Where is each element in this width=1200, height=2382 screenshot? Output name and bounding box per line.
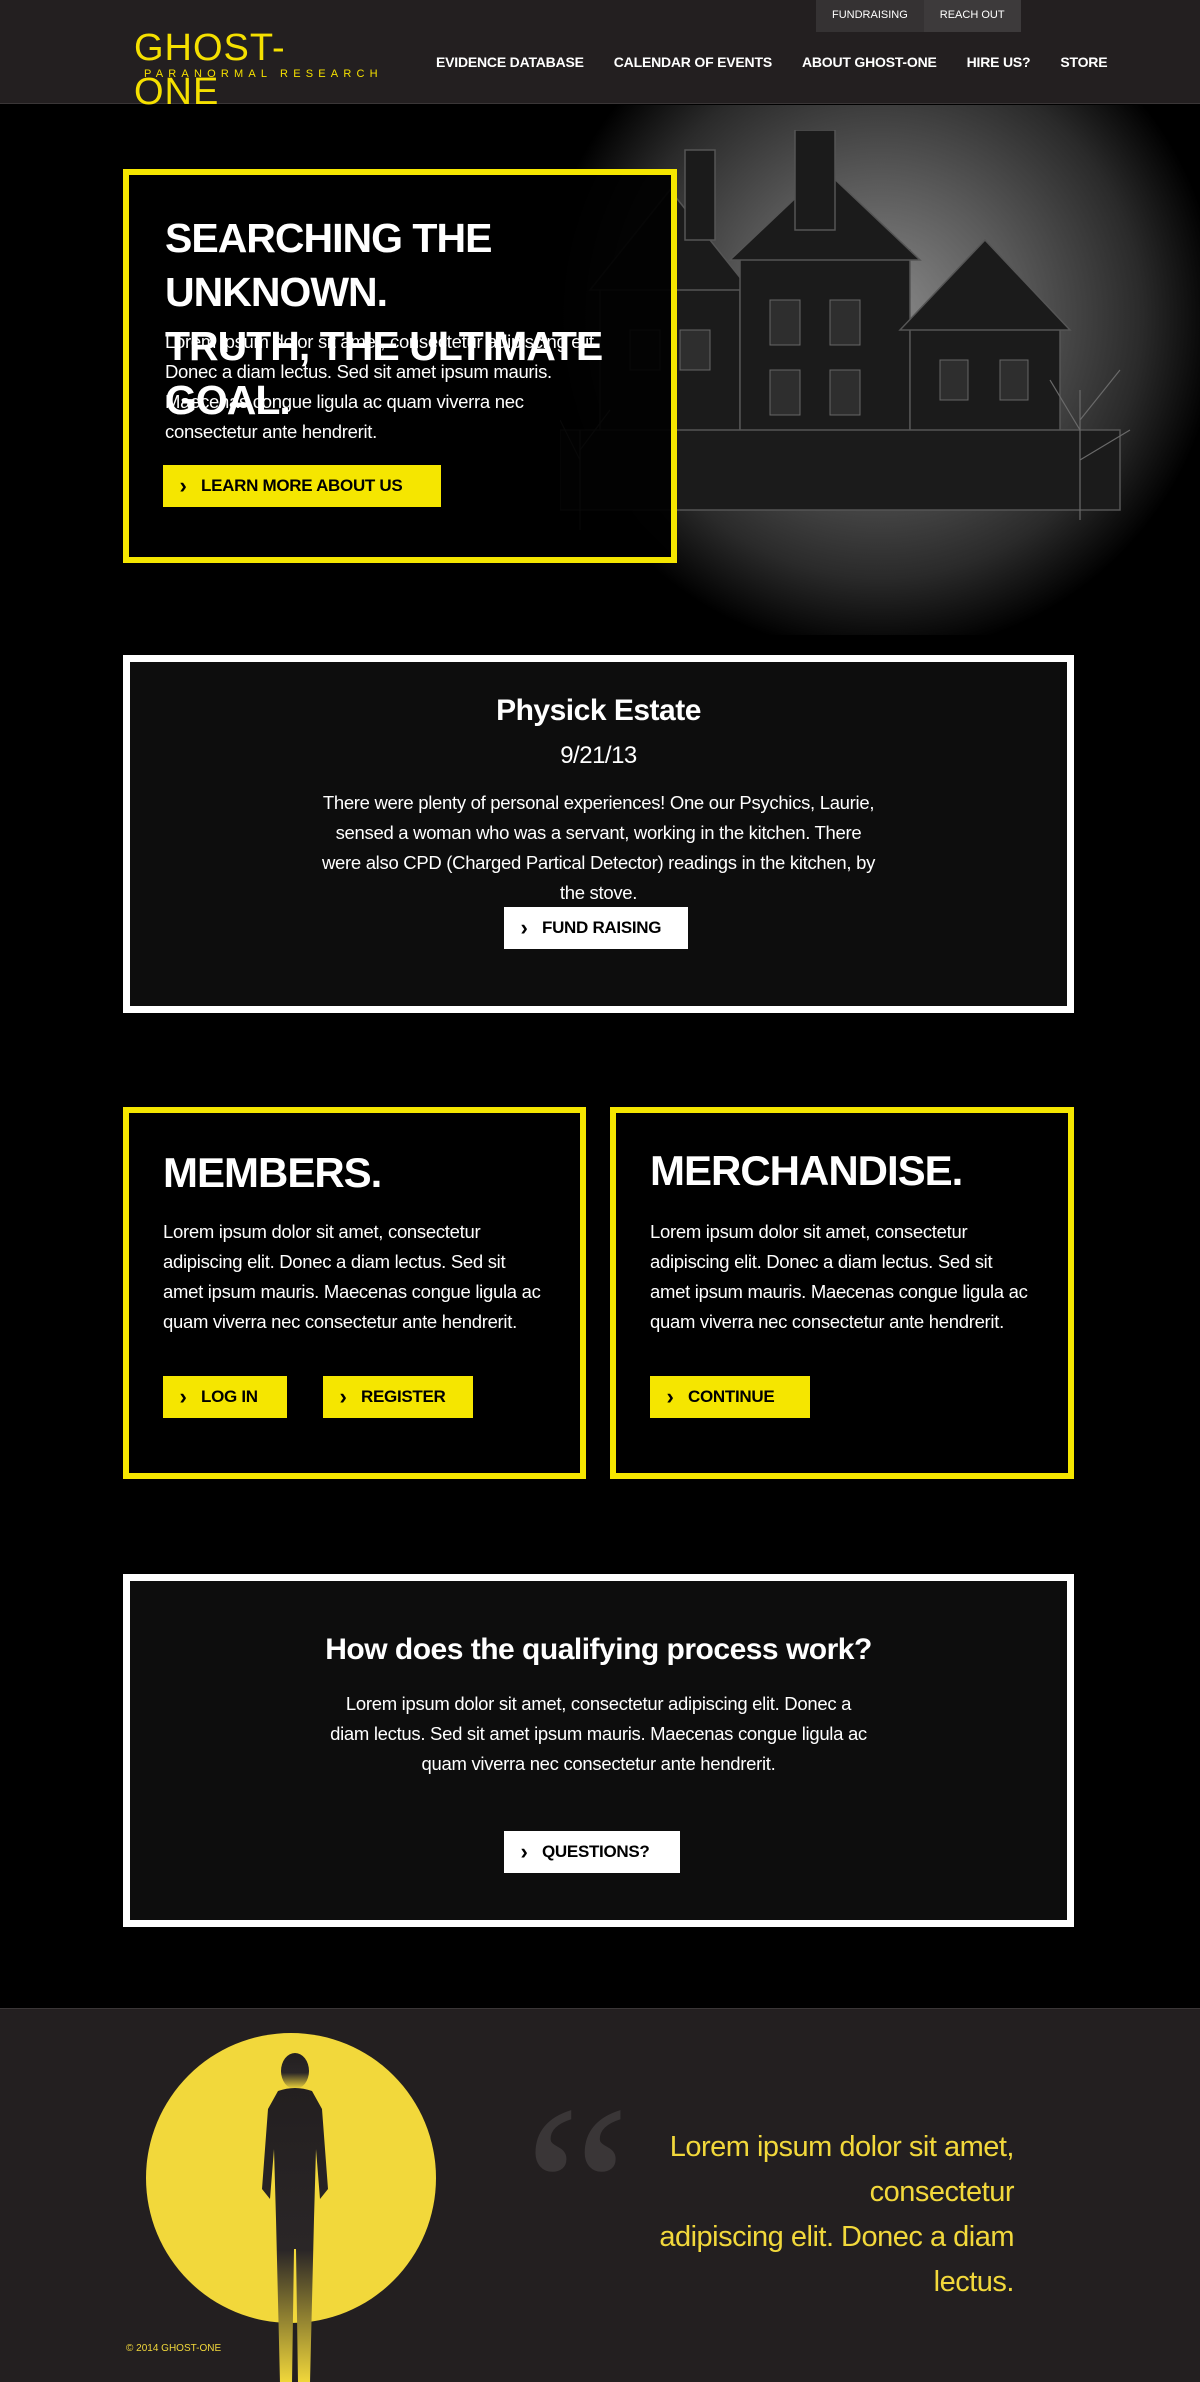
footer-quote-line-2: adipiscing elit. Donec a diam lectus. (659, 2221, 1014, 2298)
questions-button[interactable]: › QUESTIONS? (504, 1831, 680, 1873)
log-in-label: LOG IN (201, 1387, 258, 1406)
continue-label: CONTINUE (688, 1387, 775, 1406)
utility-nav: FUNDRAISING REACH OUT (816, 0, 1021, 32)
learn-more-button[interactable]: › LEARN MORE ABOUT US (163, 465, 441, 507)
nav-evidence-database[interactable]: EVIDENCE DATABASE (436, 54, 584, 70)
footer-quote: Lorem ipsum dolor sit amet, consectetur … (580, 2125, 1014, 2305)
hero-title-line-1: SEARCHING THE UNKNOWN. (165, 215, 492, 315)
ghost-one-logo[interactable]: GHOST-ONE PARANORMAL RESEARCH (134, 26, 378, 113)
hero-panel: SEARCHING THE UNKNOWN. TRUTH, THE ULTIMA… (123, 169, 677, 563)
nav-about-ghost-one[interactable]: ABOUT GHOST-ONE (802, 54, 937, 70)
continue-button[interactable]: › CONTINUE (650, 1376, 810, 1418)
event-date: 9/21/13 (560, 742, 637, 769)
chevron-right-icon: › (339, 1384, 347, 1409)
event-description: There were plenty of personal experience… (321, 792, 876, 903)
fund-raising-label: FUND RAISING (542, 918, 662, 937)
site-footer: “ Lorem ipsum dolor sit amet, consectetu… (0, 2008, 1200, 2382)
chevron-right-icon: › (179, 1384, 187, 1409)
fund-raising-button[interactable]: › FUND RAISING (504, 907, 688, 949)
util-nav-fundraising[interactable]: FUNDRAISING (816, 0, 924, 32)
chevron-right-icon: › (666, 1384, 674, 1409)
site-header: GHOST-ONE PARANORMAL RESEARCH FUNDRAISIN… (0, 0, 1200, 113)
chevron-right-icon: › (520, 915, 528, 940)
register-label: REGISTER (361, 1387, 446, 1406)
merchandise-description: Lorem ipsum dolor sit amet, consectetur … (650, 1221, 1028, 1332)
hero-description: Lorem ipsum dolor sit amet, consectetur … (165, 331, 599, 442)
merchandise-panel: MERCHANDISE. Lorem ipsum dolor sit amet,… (610, 1107, 1074, 1479)
qualify-description: Lorem ipsum dolor sit amet, consectetur … (330, 1693, 867, 1774)
footer-quote-line-1: Lorem ipsum dolor sit amet, consectetur (669, 2131, 1015, 2208)
merchandise-title: MERCHANDISE. (650, 1147, 963, 1194)
members-panel: MEMBERS. Lorem ipsum dolor sit amet, con… (123, 1107, 586, 1479)
questions-label: QUESTIONS? (542, 1842, 650, 1861)
log-in-button[interactable]: › LOG IN (163, 1376, 287, 1418)
main-nav: EVIDENCE DATABASE CALENDAR OF EVENTS ABO… (436, 54, 1137, 70)
logo-tagline: PARANORMAL RESEARCH (144, 68, 383, 80)
nav-hire-us[interactable]: HIRE US? (967, 54, 1031, 70)
members-title: MEMBERS. (163, 1149, 382, 1196)
util-nav-reach-out[interactable]: REACH OUT (924, 0, 1021, 32)
event-title: Physick Estate (496, 694, 701, 727)
ghost-figure-illustration (262, 2053, 328, 2382)
chevron-right-icon: › (520, 1839, 528, 1864)
register-button[interactable]: › REGISTER (323, 1376, 473, 1418)
qualify-panel: How does the qualifying process work? Lo… (123, 1574, 1074, 1927)
nav-calendar-of-events[interactable]: CALENDAR OF EVENTS (614, 54, 772, 70)
copyright-text: © 2014 GHOST-ONE (126, 2343, 222, 2354)
qualify-title: How does the qualifying process work? (325, 1633, 872, 1666)
event-panel: Physick Estate 9/21/13 There were plenty… (123, 655, 1074, 1013)
chevron-right-icon: › (179, 473, 187, 498)
members-description: Lorem ipsum dolor sit amet, consectetur … (163, 1221, 541, 1332)
learn-more-label: LEARN MORE ABOUT US (201, 476, 403, 495)
nav-store[interactable]: STORE (1060, 54, 1107, 70)
